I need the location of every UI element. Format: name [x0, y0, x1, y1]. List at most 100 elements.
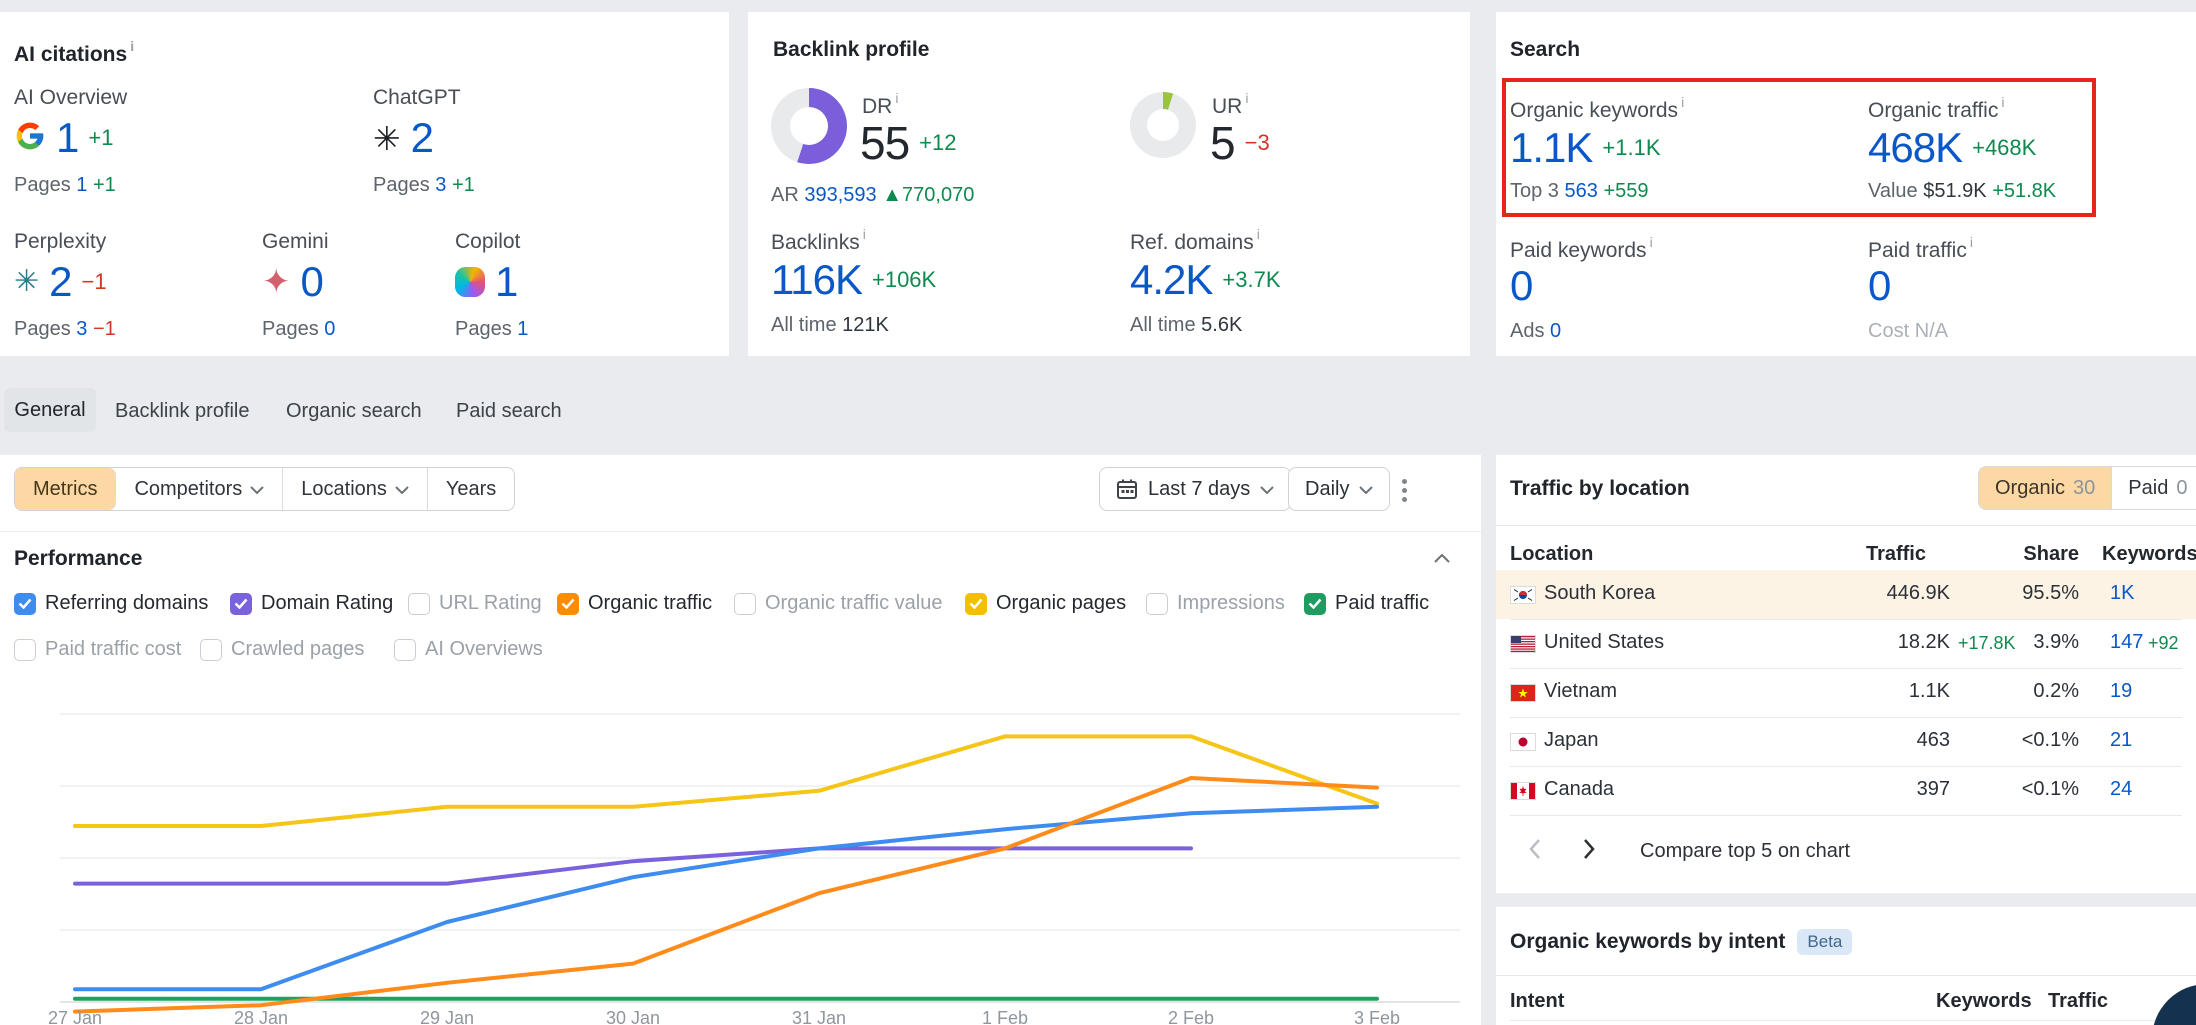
- keywords-link[interactable]: 19: [2110, 680, 2132, 703]
- paid-keywords-value[interactable]: 0: [1510, 262, 1532, 310]
- refdomains-value[interactable]: 4.2K: [1130, 256, 1212, 304]
- checkbox-organic-traffic[interactable]: Organic traffic: [557, 592, 712, 615]
- granularity-button[interactable]: Daily: [1288, 467, 1390, 511]
- info-icon[interactable]: i: [863, 226, 866, 242]
- copilot-icon: [455, 267, 485, 297]
- checkbox-crawled-pages[interactable]: Crawled pages: [200, 638, 364, 661]
- gemini-pages: Pages 0: [262, 318, 335, 341]
- chatgpt-value: 2: [411, 114, 433, 162]
- info-icon[interactable]: i: [1650, 234, 1653, 250]
- col-keywords[interactable]: Keywords: [1936, 990, 2026, 1013]
- backlink-profile-title: Backlink profile: [773, 38, 929, 62]
- info-icon[interactable]: i: [1681, 94, 1684, 110]
- info-icon[interactable]: i: [1257, 226, 1260, 242]
- keywords-link[interactable]: 21: [2110, 729, 2132, 752]
- organic-traffic-value-row: 468K +468K: [1868, 124, 2036, 172]
- keywords-link[interactable]: 1K: [2110, 582, 2134, 605]
- chatgpt-pages: Pages 3 +1: [373, 174, 475, 197]
- checkbox-box: [14, 593, 36, 615]
- dr-donut-gauge: [771, 88, 847, 164]
- chevron-down-icon: [1260, 485, 1274, 494]
- organic-traffic-sub: Value $51.9K +51.8K: [1868, 180, 2056, 203]
- checkbox-box: [965, 593, 987, 615]
- x-tick-label: 27 Jan: [35, 1008, 115, 1025]
- info-icon[interactable]: i: [2001, 94, 2004, 110]
- perplexity-label: Perplexity: [14, 230, 106, 254]
- copilot-label: Copilot: [455, 230, 520, 254]
- ur-label: URi: [1212, 90, 1248, 119]
- tab-organic-search[interactable]: Organic search: [286, 400, 422, 423]
- organic-keywords-value[interactable]: 1.1K: [1510, 124, 1592, 172]
- checkbox-ai-overviews[interactable]: AI Overviews: [394, 638, 543, 661]
- checkbox-organic-traffic-value[interactable]: Organic traffic value: [734, 592, 943, 615]
- tab-paid-search[interactable]: Paid search: [456, 400, 562, 423]
- col-location[interactable]: Location: [1510, 543, 1593, 566]
- table-row-south-korea: South Korea 446.9K 95.5% 1K: [1496, 570, 2196, 619]
- x-tick-label: 29 Jan: [407, 1008, 487, 1025]
- beta-badge: Beta: [1797, 929, 1852, 955]
- toggle-organic[interactable]: Organic30: [1979, 467, 2111, 509]
- paid-keywords-label: Paid keywordsi: [1510, 234, 1653, 263]
- info-icon[interactable]: i: [1245, 90, 1248, 106]
- checkbox-impressions[interactable]: Impressions: [1146, 592, 1285, 615]
- organic-traffic-value[interactable]: 468K: [1868, 124, 1962, 172]
- next-page-icon[interactable]: [1582, 838, 1596, 860]
- checkbox-box: [557, 593, 579, 615]
- checkbox-paid-traffic[interactable]: Paid traffic: [1304, 592, 1429, 615]
- ar-row: AR 393,593 ▲770,070: [771, 184, 974, 207]
- checkbox-domain-rating[interactable]: Domain Rating: [230, 592, 393, 615]
- col-traffic[interactable]: Traffic: [2048, 990, 2108, 1013]
- x-tick-label: 28 Jan: [221, 1008, 301, 1025]
- chatgpt-icon: ✳: [373, 122, 401, 155]
- kebab-menu-button[interactable]: [1396, 473, 1413, 508]
- backlinks-value[interactable]: 116K: [771, 256, 862, 304]
- checkbox-box: [408, 593, 430, 615]
- locations-segment[interactable]: Locations: [283, 468, 428, 510]
- keywords-link[interactable]: 147: [2110, 631, 2143, 654]
- col-share[interactable]: Share: [1996, 543, 2079, 566]
- calendar-icon: [1116, 478, 1138, 500]
- col-intent[interactable]: Intent: [1510, 990, 1564, 1013]
- collapse-section-icon[interactable]: [1434, 553, 1450, 563]
- col-traffic[interactable]: Traffic: [1826, 543, 1926, 566]
- info-icon[interactable]: i: [1970, 234, 1973, 250]
- years-segment[interactable]: Years: [428, 468, 514, 510]
- metrics-segment[interactable]: Metrics: [15, 468, 116, 510]
- checkbox-url-rating[interactable]: URL Rating: [408, 592, 542, 615]
- checkbox-referring-domains[interactable]: Referring domains: [14, 592, 208, 615]
- compare-top5-link[interactable]: Compare top 5 on chart: [1640, 840, 1850, 863]
- ai-overview-delta: +1: [88, 125, 113, 151]
- checkbox-organic-pages[interactable]: Organic pages: [965, 592, 1126, 615]
- checkbox-box: [394, 639, 416, 661]
- backlinks-delta: +106K: [872, 267, 936, 293]
- competitors-segment[interactable]: Competitors: [116, 468, 283, 510]
- traffic-type-toggle: Organic30 Paid0: [1978, 466, 2196, 510]
- tab-backlink-profile[interactable]: Backlink profile: [115, 400, 250, 423]
- organic-keywords-label: Organic keywordsi: [1510, 94, 1684, 123]
- refdomains-value-row: 4.2K +3.7K: [1130, 256, 1281, 304]
- backlinks-label: Backlinksi: [771, 226, 866, 255]
- intent-title-row: Organic keywords by intent Beta: [1510, 929, 1852, 955]
- chatgpt-value-row: ✳ 2: [373, 114, 433, 162]
- date-range-button[interactable]: Last 7 days: [1099, 467, 1291, 511]
- keywords-link[interactable]: 24: [2110, 778, 2132, 801]
- tab-general[interactable]: General: [4, 388, 96, 432]
- col-keywords[interactable]: Keywords: [2102, 543, 2196, 566]
- info-icon[interactable]: i: [130, 38, 134, 54]
- prev-page-icon[interactable]: [1528, 838, 1542, 860]
- checkbox-paid-traffic-cost[interactable]: Paid traffic cost: [14, 638, 181, 661]
- copilot-value-row: 1: [455, 258, 517, 306]
- paid-traffic-sub: Cost N/A: [1868, 320, 1948, 343]
- organic-keywords-sub: Top 3 563 +559: [1510, 180, 1649, 203]
- paid-traffic-value[interactable]: 0: [1868, 262, 1890, 310]
- info-icon[interactable]: i: [895, 90, 898, 106]
- flag-united-states-icon: [1510, 635, 1536, 653]
- backlinks-value-row: 116K +106K: [771, 256, 936, 304]
- search-title: Search: [1510, 38, 1580, 62]
- organic-traffic-label: Organic traffici: [1868, 94, 2004, 123]
- checkbox-box: [1304, 593, 1326, 615]
- table-row-united-states: United States 18.2K +17.8K 3.9% 147 +92: [1496, 619, 2196, 668]
- x-tick-label: 1 Feb: [965, 1008, 1045, 1025]
- toggle-paid[interactable]: Paid0: [2111, 467, 2196, 509]
- flag-canada-icon: [1510, 782, 1536, 800]
